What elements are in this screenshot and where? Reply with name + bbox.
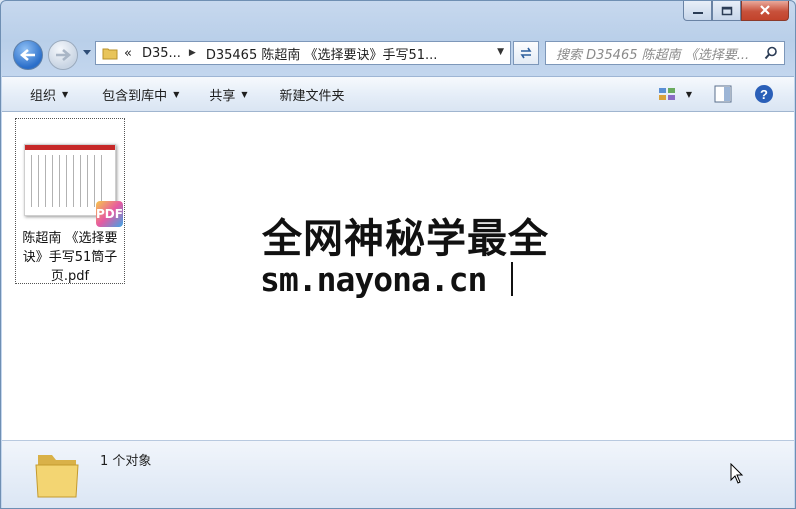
new-folder-button[interactable]: 新建文件夹 xyxy=(268,85,345,104)
command-toolbar: 组织 ▼ 包含到库中 ▼ 共享 ▼ 新建文件夹 ▼ ? xyxy=(2,76,794,112)
explorer-window: « D35... ▶ D35465 陈超南 《选择要诀》手写51... ▼ 搜索… xyxy=(0,0,796,509)
file-item[interactable]: PDF 陈超南 《选择要诀》手写51筒子页.pdf xyxy=(15,118,125,284)
address-chevron[interactable]: « xyxy=(124,46,132,61)
include-library-label: 包含到库中 xyxy=(102,88,168,104)
share-label: 共享 xyxy=(209,88,236,104)
toolbar-right-group: ▼ ? xyxy=(658,84,774,104)
navigation-bar: « D35... ▶ D35465 陈超南 《选择要诀》手写51... ▼ 搜索… xyxy=(1,39,795,70)
address-bar[interactable]: « D35... ▶ D35465 陈超南 《选择要诀》手写51... ▼ xyxy=(95,41,511,65)
close-icon xyxy=(760,5,770,15)
close-button[interactable] xyxy=(741,1,789,21)
view-options-button[interactable]: ▼ xyxy=(658,86,692,102)
watermark-url: sm.nayona.cn xyxy=(260,260,487,299)
folder-icon xyxy=(35,455,79,498)
chevron-down-icon: ▼ xyxy=(62,89,69,99)
address-segment-current[interactable]: D35465 陈超南 《选择要诀》手写51... xyxy=(206,44,438,63)
item-count: 1 个对象 xyxy=(100,454,152,469)
watermark-image: 全网神秘学最全 sm.nayona.cn xyxy=(252,202,550,312)
file-name[interactable]: 陈超南 《选择要诀》手写51筒子页.pdf xyxy=(18,229,122,286)
minimize-icon xyxy=(692,11,703,14)
organize-label: 组织 xyxy=(30,88,57,104)
svg-text:?: ? xyxy=(760,87,768,102)
view-icon xyxy=(658,88,675,100)
thumbnail-header-bar xyxy=(25,145,115,150)
caption-buttons xyxy=(683,1,789,21)
preview-pane-icon[interactable] xyxy=(714,85,732,103)
address-separator-icon[interactable]: ▶ xyxy=(189,48,196,58)
watermark-title: 全网神秘学最全 xyxy=(262,216,549,262)
refresh-button[interactable] xyxy=(513,41,539,65)
pdf-icon: PDF xyxy=(96,201,123,227)
address-segment-parent[interactable]: D35... xyxy=(142,46,181,61)
history-dropdown-icon[interactable] xyxy=(82,49,92,57)
chevron-down-icon: ▼ xyxy=(241,89,248,99)
search-icon[interactable] xyxy=(764,46,778,60)
help-icon[interactable]: ? xyxy=(754,84,774,104)
folder-small-icon xyxy=(102,48,118,60)
text-cursor xyxy=(511,262,513,296)
address-dropdown-icon[interactable]: ▼ xyxy=(497,47,504,57)
new-folder-label: 新建文件夹 xyxy=(279,88,345,104)
chevron-down-icon[interactable]: ▼ xyxy=(686,90,692,99)
minimize-button[interactable] xyxy=(683,1,712,21)
maximize-icon xyxy=(721,6,732,15)
maximize-button[interactable] xyxy=(712,1,741,21)
forward-button[interactable] xyxy=(48,40,78,70)
mouse-cursor-icon xyxy=(730,463,744,484)
search-box[interactable]: 搜索 D35465 陈超南 《选择要... xyxy=(545,41,785,65)
include-library-menu[interactable]: 包含到库中 ▼ xyxy=(90,85,179,104)
share-menu[interactable]: 共享 ▼ xyxy=(197,85,247,104)
forward-arrow-icon xyxy=(56,49,71,61)
organize-menu[interactable]: 组织 ▼ xyxy=(18,85,68,104)
back-button[interactable] xyxy=(13,40,43,70)
refresh-icon xyxy=(520,47,532,59)
search-placeholder: 搜索 D35465 陈超南 《选择要... xyxy=(556,47,750,63)
file-list-area[interactable]: PDF 陈超南 《选择要诀》手写51筒子页.pdf 全网神秘学最全 sm.nay… xyxy=(2,112,794,440)
back-arrow-icon xyxy=(20,49,35,61)
chevron-down-icon: ▼ xyxy=(173,89,180,99)
details-pane: 1 个对象 xyxy=(2,440,794,508)
thumbnail-text-lines xyxy=(31,155,103,207)
